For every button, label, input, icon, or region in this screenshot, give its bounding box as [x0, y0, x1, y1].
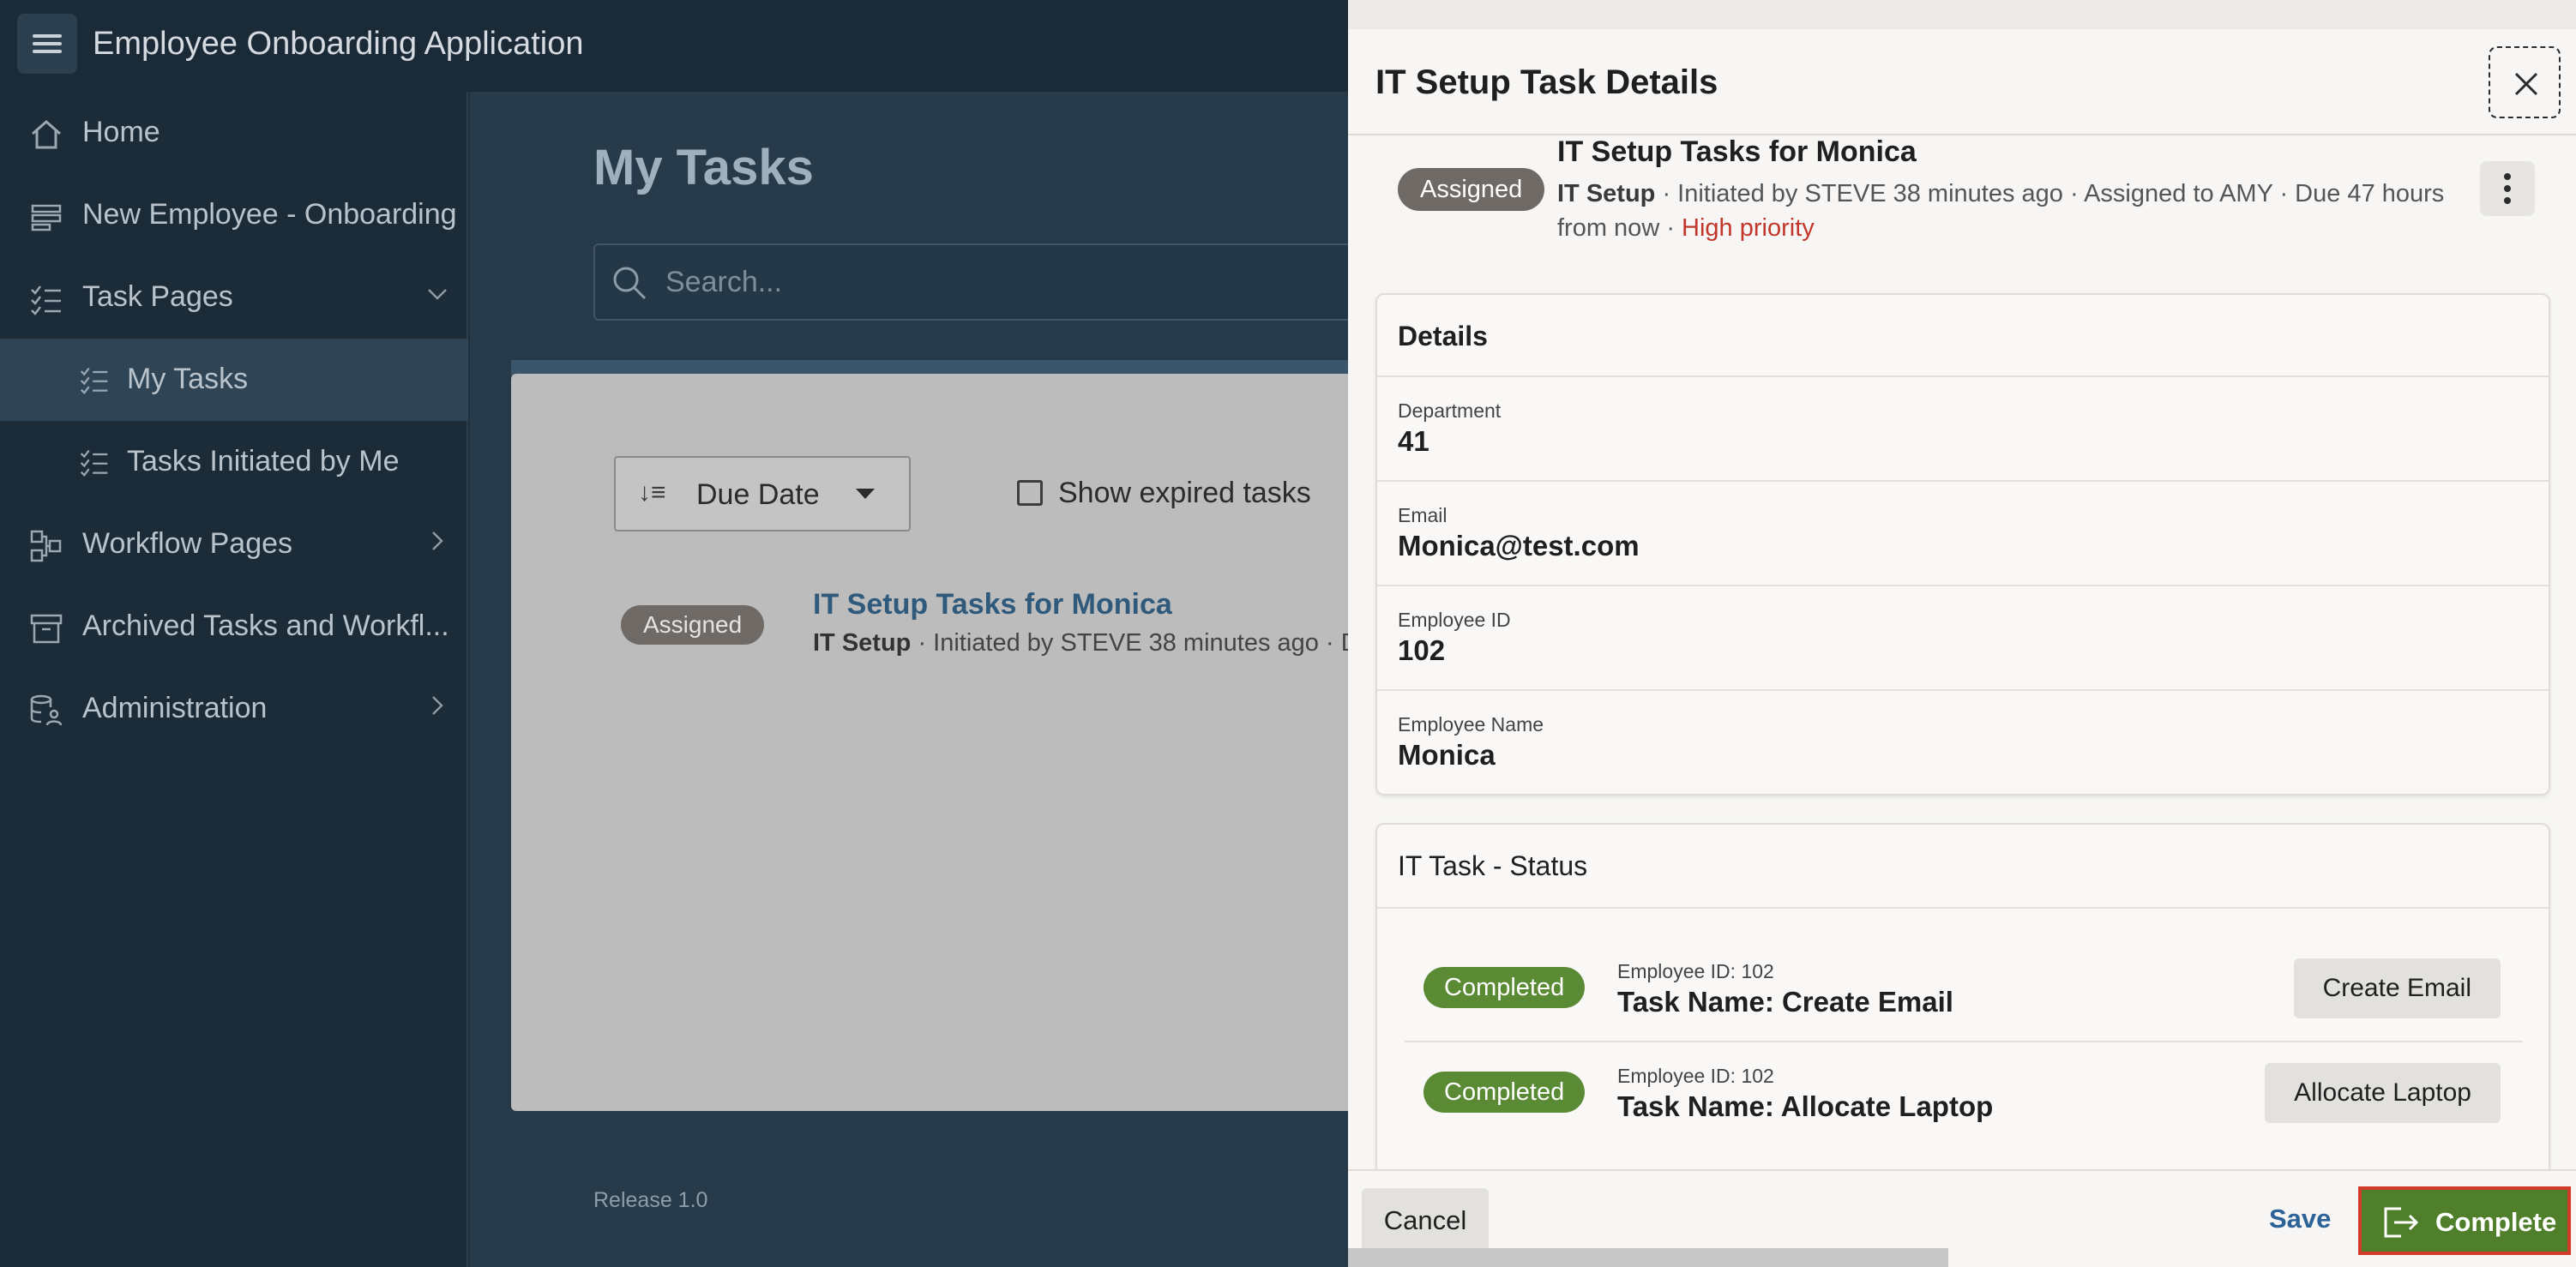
task-type: IT Setup [1557, 180, 1656, 207]
sidebar: Home New Employee - Onboarding Task Page… [0, 92, 468, 1267]
task-type: IT Setup [813, 629, 912, 657]
divider [1377, 480, 2549, 482]
field-label-employee-name: Employee Name [1398, 713, 1544, 736]
sidebar-item-administration[interactable]: Administration [0, 668, 468, 750]
show-expired-label: Show expired tasks [1058, 477, 1311, 509]
task-meta: IT Setup · Initiated by STEVE 38 minutes… [813, 629, 1348, 658]
row-value: Task Name: Allocate Laptop [1617, 1090, 1994, 1122]
details-panel: Details Department 41 Email Monica@test.… [1375, 293, 2550, 796]
task-title: IT Setup Tasks for Monica [1557, 135, 1917, 168]
chevron-right-icon [425, 529, 449, 560]
save-button[interactable]: Save [2269, 1204, 2331, 1234]
cancel-button[interactable]: Cancel [1362, 1188, 1489, 1253]
create-email-button[interactable]: Create Email [2293, 958, 2501, 1018]
archive-icon [29, 611, 63, 646]
close-icon [2514, 72, 2538, 96]
task-title-link[interactable]: IT Setup Tasks for Monica [813, 588, 1172, 621]
field-label-email: Email [1398, 504, 1447, 526]
completed-badge: Completed [1423, 967, 1586, 1008]
sidebar-item-label: Task Pages [82, 280, 233, 313]
divider [1377, 907, 2549, 909]
divider [1348, 134, 2576, 135]
chevron-right-icon [425, 694, 449, 724]
it-status-panel: IT Task - Status Completed Employee ID: … [1375, 823, 2550, 1176]
details-heading: Details [1398, 321, 1488, 351]
sidebar-item-home[interactable]: Home [0, 92, 468, 174]
more-actions-button[interactable] [2480, 161, 2535, 216]
field-value-employee-id: 102 [1398, 634, 1446, 666]
search-input[interactable]: Search... [593, 243, 1365, 321]
sidebar-item-label: Home [82, 116, 160, 148]
sidebar-item-label: Tasks Initiated by Me [127, 445, 400, 477]
sort-label: Due Date [696, 478, 820, 511]
field-label-employee-id: Employee ID [1398, 609, 1511, 631]
home-icon [29, 117, 63, 152]
field-value-email: Monica@test.com [1398, 530, 1640, 561]
release-label: Release 1.0 [593, 1188, 708, 1212]
sidebar-item-tasks-initiated[interactable]: Tasks Initiated by Me [0, 421, 468, 503]
sort-dropdown[interactable]: ↓≡ Due Date [614, 456, 911, 531]
task-details-drawer: IT Setup Task Details Assigned IT Setup … [1348, 0, 2576, 1267]
task-meta-text: · Initiated by STEVE 38 minutes ago · Du [911, 629, 1348, 657]
search-icon [611, 264, 648, 302]
field-value-department: 41 [1398, 425, 1429, 457]
sidebar-item-label: Archived Tasks and Workfl... [82, 609, 449, 642]
close-button[interactable] [2489, 46, 2561, 118]
sidebar-item-archived[interactable]: Archived Tasks and Workfl... [0, 585, 468, 668]
sidebar-item-label: New Employee - Onboarding [82, 198, 457, 231]
divider [1405, 1041, 2523, 1042]
sidebar-item-task-pages[interactable]: Task Pages [0, 256, 468, 339]
sidebar-item-label: Administration [82, 692, 268, 724]
workflow-icon [29, 529, 63, 563]
field-label-department: Department [1398, 399, 1502, 422]
drawer-top-strip [1348, 0, 2576, 29]
complete-label: Complete [2435, 1207, 2557, 1237]
status-badge: Assigned [1398, 168, 1545, 211]
row-label: Employee ID: 102 [1617, 960, 1774, 982]
divider [1377, 375, 2549, 377]
checklist-icon [77, 364, 111, 399]
drawer-title: IT Setup Task Details [1375, 63, 1718, 101]
bottom-scroll-strip [1348, 1248, 1948, 1267]
field-value-employee-name: Monica [1398, 739, 1496, 771]
caret-down-icon [856, 489, 875, 499]
sidebar-item-my-tasks[interactable]: My Tasks [0, 339, 468, 421]
sidebar-item-workflow-pages[interactable]: Workflow Pages [0, 503, 468, 585]
checklist-icon [29, 282, 63, 316]
divider [1377, 585, 2549, 586]
it-status-heading: IT Task - Status [1398, 850, 1588, 881]
completed-badge: Completed [1423, 1072, 1586, 1113]
app-header: Employee Onboarding Application [0, 0, 1348, 92]
sort-icon: ↓≡ [638, 478, 666, 507]
allocate-laptop-button[interactable]: Allocate Laptop [2265, 1063, 2501, 1123]
page-title: My Tasks [593, 140, 814, 195]
app-title: Employee Onboarding Application [93, 26, 584, 62]
task-meta: IT Setup · Initiated by STEVE 38 minutes… [1557, 177, 2449, 245]
sidebar-item-label: My Tasks [127, 363, 249, 395]
search-placeholder: Search... [665, 266, 783, 298]
show-expired-checkbox[interactable] [1017, 480, 1043, 506]
sidebar-item-label: Workflow Pages [82, 527, 293, 560]
complete-icon [2384, 1207, 2419, 1238]
admin-icon [29, 694, 63, 728]
chevron-down-icon [425, 282, 449, 313]
row-value: Task Name: Create Email [1617, 986, 1953, 1018]
row-label: Employee ID: 102 [1617, 1065, 1774, 1087]
status-badge: Assigned [621, 605, 765, 645]
checklist-icon [77, 447, 111, 481]
complete-button[interactable]: Complete [2358, 1186, 2571, 1255]
sidebar-item-new-employee[interactable]: New Employee - Onboarding [0, 174, 468, 256]
form-icon [29, 200, 63, 234]
priority-label: High priority [1682, 214, 1815, 242]
menu-icon[interactable] [17, 14, 77, 74]
divider [1377, 689, 2549, 691]
